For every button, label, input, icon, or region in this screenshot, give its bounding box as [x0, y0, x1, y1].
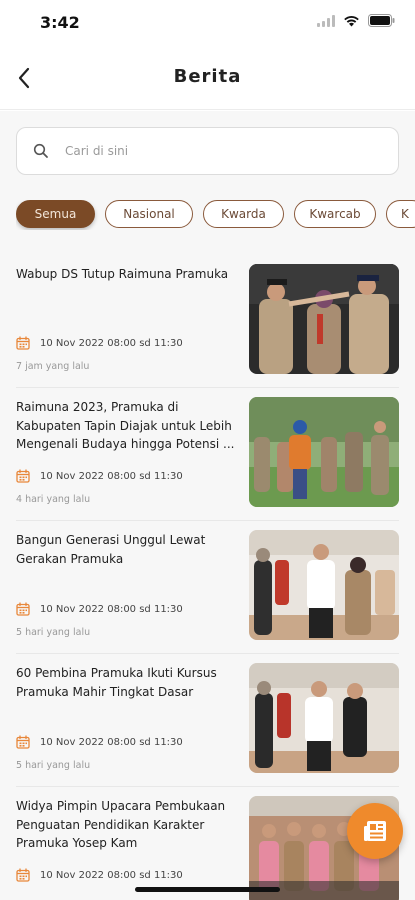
news-date-text: 10 Nov 2022 08:00 sd 11:30: [40, 736, 183, 748]
news-title: Wabup DS Tutup Raimuna Pramuka: [16, 267, 229, 281]
news-date: 10 Nov 2022 08:00 sd 11:30: [16, 602, 183, 616]
chip-label: Kwarcab: [309, 207, 361, 221]
news-thumbnail: [249, 663, 399, 773]
news-item[interactable]: 60 Pembina Pramuka Ikuti Kursus Pramuka …: [16, 654, 399, 787]
wifi-icon: [344, 15, 359, 26]
signal-icon: [317, 14, 335, 27]
battery-icon: [368, 14, 395, 27]
news-icon: [364, 821, 386, 841]
calendar-icon: [16, 336, 30, 350]
news-item[interactable]: Widya Pimpin Upacara Pembukaan Penguatan…: [16, 787, 399, 900]
news-time-ago: 5 hari yang lalu: [16, 627, 91, 638]
news-item[interactable]: Bangun Generasi Unggul Lewat Gerakan Pra…: [16, 521, 399, 654]
news-date-text: 10 Nov 2022 08:00 sd 11:30: [40, 869, 183, 881]
news-title: Raimuna 2023, Pramuka di Kabupaten Tapin…: [16, 400, 235, 451]
news-date-text: 10 Nov 2022 08:00 sd 11:30: [40, 603, 183, 615]
news-date: 10 Nov 2022 08:00 sd 11:30: [16, 469, 183, 483]
news-item[interactable]: Raimuna 2023, Pramuka di Kabupaten Tapin…: [16, 388, 399, 521]
news-date-text: 10 Nov 2022 08:00 sd 11:30: [40, 470, 183, 482]
page-title: Berita: [173, 66, 242, 87]
chip-label: K: [401, 207, 409, 221]
news-time-ago: 5 hari yang lalu: [16, 760, 91, 771]
category-chip-kwarda[interactable]: Kwarda: [203, 200, 284, 228]
category-chip-nasional[interactable]: Nasional: [105, 200, 193, 228]
category-filter: Semua Nasional Kwarda Kwarcab K: [16, 200, 415, 230]
news-thumbnail: [249, 397, 399, 507]
search-input[interactable]: [65, 144, 365, 158]
calendar-icon: [16, 602, 30, 616]
home-indicator: [135, 887, 280, 892]
app-header: Berita: [0, 48, 415, 110]
news-date-text: 10 Nov 2022 08:00 sd 11:30: [40, 337, 183, 349]
news-thumbnail: [249, 264, 399, 374]
news-title: 60 Pembina Pramuka Ikuti Kursus Pramuka …: [16, 666, 217, 699]
news-thumbnail: [249, 530, 399, 640]
category-chip-kwarcab[interactable]: Kwarcab: [294, 200, 376, 228]
news-date: 10 Nov 2022 08:00 sd 11:30: [16, 336, 183, 350]
news-date: 10 Nov 2022 08:00 sd 11:30: [16, 868, 183, 882]
news-title: Bangun Generasi Unggul Lewat Gerakan Pra…: [16, 533, 206, 566]
category-chip-semua[interactable]: Semua: [16, 200, 95, 228]
calendar-icon: [16, 868, 30, 882]
news-title: Widya Pimpin Upacara Pembukaan Penguatan…: [16, 799, 226, 850]
chip-label: Kwarda: [221, 207, 266, 221]
calendar-icon: [16, 469, 30, 483]
category-chip-partial[interactable]: K: [386, 200, 415, 228]
news-date: 10 Nov 2022 08:00 sd 11:30: [16, 735, 183, 749]
calendar-icon: [16, 735, 30, 749]
content-area: Semua Nasional Kwarda Kwarcab K Wabup DS…: [0, 111, 415, 900]
news-time-ago: 7 jam yang lalu: [16, 361, 90, 372]
chip-label: Semua: [34, 207, 77, 221]
search-box[interactable]: [16, 127, 399, 175]
news-item[interactable]: Wabup DS Tutup Raimuna Pramuka 10 Nov 20…: [16, 255, 399, 388]
chip-label: Nasional: [123, 207, 175, 221]
status-icons: [317, 14, 395, 27]
status-bar: 3:42: [0, 0, 415, 48]
search-icon: [33, 143, 49, 159]
news-time-ago: 4 hari yang lalu: [16, 494, 91, 505]
status-time: 3:42: [40, 13, 80, 32]
news-list: Wabup DS Tutup Raimuna Pramuka 10 Nov 20…: [0, 255, 415, 900]
fab-button[interactable]: [347, 803, 403, 859]
